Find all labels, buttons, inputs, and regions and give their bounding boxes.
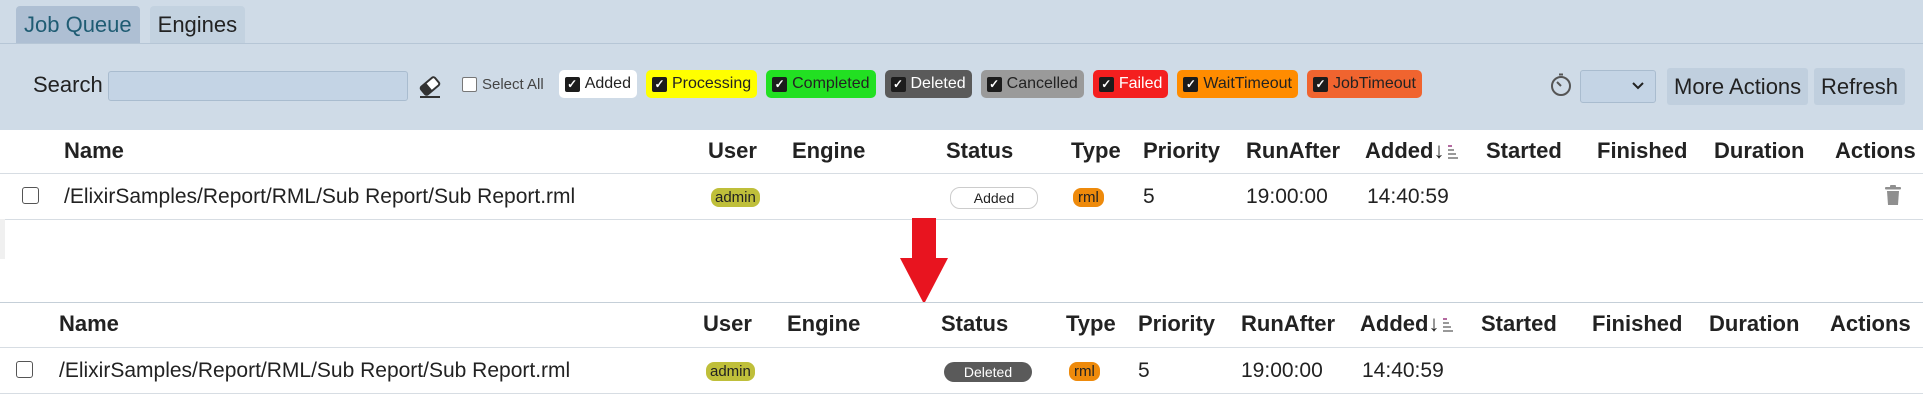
column-added-label: Added↓ — [1360, 311, 1440, 336]
search-label: Search — [33, 72, 103, 97]
filter-failed-checkbox[interactable] — [1098, 76, 1114, 92]
type-badge: rml — [1073, 188, 1104, 207]
header-divider — [0, 173, 1923, 174]
filter-processing-label: Processing — [671, 75, 752, 92]
column-runafter[interactable]: RunAfter — [1241, 303, 1335, 345]
filter-cancelled[interactable]: Cancelled — [980, 70, 1084, 98]
sort-descending-icon — [1443, 318, 1454, 333]
type-badge: rml — [1069, 362, 1100, 381]
header-divider — [0, 347, 1923, 348]
filter-deleted-checkbox[interactable] — [890, 76, 906, 92]
eraser-icon[interactable] — [416, 72, 444, 100]
job-priority: 5 — [1143, 185, 1155, 208]
job-runafter: 19:00:00 — [1241, 359, 1323, 382]
job-added: 14:40:59 — [1362, 359, 1444, 382]
refresh-interval-select[interactable] — [1580, 70, 1656, 103]
filter-completed[interactable]: Completed — [766, 70, 876, 98]
filter-cancelled-label: Cancelled — [1006, 75, 1078, 92]
column-finished[interactable]: Finished — [1597, 130, 1687, 172]
column-added[interactable]: Added↓ — [1365, 130, 1460, 172]
filter-processing[interactable]: Processing — [645, 70, 758, 98]
column-user[interactable]: User — [708, 130, 757, 172]
job-added: 14:40:59 — [1367, 185, 1449, 208]
column-runafter[interactable]: RunAfter — [1246, 130, 1340, 172]
filter-failed-label: Failed — [1118, 75, 1163, 92]
column-type[interactable]: Type — [1071, 130, 1121, 172]
column-user[interactable]: User — [703, 303, 752, 345]
column-started[interactable]: Started — [1481, 303, 1557, 345]
column-actions: Actions — [1830, 311, 1911, 336]
filter-deleted-label: Deleted — [910, 75, 966, 92]
filter-completed-label: Completed — [792, 75, 870, 92]
more-actions-button[interactable]: More Actions — [1667, 68, 1809, 105]
filter-jobtimeout-label: JobTimeout — [1333, 75, 1416, 92]
filter-failed[interactable]: Failed — [1092, 70, 1169, 98]
filter-jobtimeout-checkbox[interactable] — [1313, 76, 1328, 92]
user-badge: admin — [706, 362, 755, 381]
select-all-label: Select All — [482, 75, 544, 93]
column-finished[interactable]: Finished — [1592, 303, 1682, 345]
toolbar-area: Job Queue Engines Search Select All Adde… — [0, 0, 1923, 130]
status-filters: Select All Added Processing Completed De… — [462, 70, 1422, 98]
column-status[interactable]: Status — [946, 130, 1013, 172]
column-engine[interactable]: Engine — [792, 130, 865, 172]
column-added-label: Added↓ — [1365, 138, 1445, 163]
column-priority[interactable]: Priority — [1138, 303, 1215, 345]
down-arrow-icon — [900, 218, 948, 304]
timer-icon[interactable] — [1548, 72, 1574, 98]
column-engine[interactable]: Engine — [787, 303, 860, 345]
column-priority[interactable]: Priority — [1143, 130, 1220, 172]
refresh-button[interactable]: Refresh — [1814, 68, 1906, 105]
row-checkbox[interactable] — [16, 361, 33, 378]
column-actions: Actions — [1835, 138, 1916, 163]
column-started[interactable]: Started — [1486, 130, 1562, 172]
filter-cancelled-checkbox[interactable] — [986, 76, 1002, 92]
row-checkbox[interactable] — [22, 187, 39, 204]
filter-waittimeout-label: WaitTimeout — [1203, 75, 1292, 92]
column-duration[interactable]: Duration — [1709, 303, 1799, 345]
column-duration[interactable]: Duration — [1714, 130, 1804, 172]
search-input[interactable] — [108, 71, 408, 101]
filter-deleted[interactable]: Deleted — [884, 70, 972, 98]
filter-completed-checkbox[interactable] — [772, 76, 788, 92]
column-added[interactable]: Added↓ — [1360, 303, 1455, 345]
tab-bar: Job Queue Engines — [16, 6, 246, 44]
status-badge: Deleted — [944, 362, 1032, 382]
column-name[interactable]: Name — [64, 130, 124, 172]
column-status[interactable]: Status — [941, 303, 1008, 345]
filter-processing-checkbox[interactable] — [651, 76, 667, 92]
filter-waittimeout[interactable]: WaitTimeout — [1177, 70, 1298, 98]
tab-engines[interactable]: Engines — [149, 6, 246, 44]
job-name[interactable]: /ElixirSamples/Report/RML/Sub Report/Sub… — [64, 185, 575, 209]
filter-added-label: Added — [584, 75, 631, 92]
jobs-table-after: Name User Engine Status Type Priority Ru… — [0, 303, 1923, 399]
job-name[interactable]: /ElixirSamples/Report/RML/Sub Report/Sub… — [59, 359, 570, 383]
chevron-down-icon — [1632, 82, 1644, 90]
select-all-filter[interactable]: Select All — [462, 70, 550, 98]
row-divider — [0, 219, 1923, 220]
select-all-checkbox[interactable] — [462, 76, 477, 92]
job-priority: 5 — [1138, 359, 1150, 382]
filter-jobtimeout[interactable]: JobTimeout — [1307, 70, 1422, 98]
column-name[interactable]: Name — [59, 303, 119, 345]
filter-waittimeout-checkbox[interactable] — [1183, 76, 1199, 92]
sort-descending-icon — [1448, 145, 1459, 160]
tab-job-queue[interactable]: Job Queue — [16, 6, 140, 44]
trash-icon[interactable] — [1883, 184, 1903, 207]
filter-added-checkbox[interactable] — [564, 76, 580, 92]
tab-divider — [0, 43, 1923, 44]
status-badge: Added — [950, 187, 1038, 209]
user-badge: admin — [711, 188, 760, 207]
job-runafter: 19:00:00 — [1246, 185, 1328, 208]
row-divider — [0, 393, 1923, 394]
column-type[interactable]: Type — [1066, 303, 1116, 345]
filter-added[interactable]: Added — [558, 70, 637, 98]
row-gap — [0, 219, 5, 259]
